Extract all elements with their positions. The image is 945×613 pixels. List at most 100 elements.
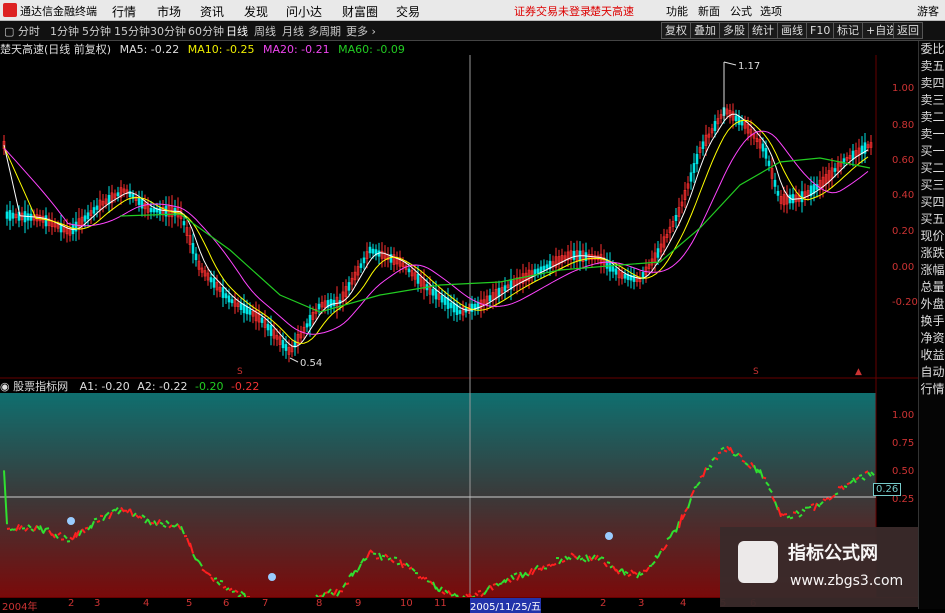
candle-body bbox=[12, 213, 14, 218]
sidebar-item[interactable]: 卖二 bbox=[919, 109, 945, 126]
candle-body bbox=[444, 297, 446, 304]
candle-body bbox=[489, 296, 491, 302]
indicator-segment bbox=[859, 475, 862, 476]
sidebar-item[interactable]: 总量 bbox=[919, 279, 945, 296]
sidebar-item[interactable]: 净资 bbox=[919, 330, 945, 347]
indicator-tick-label: 0.75 bbox=[892, 438, 914, 449]
candle-body bbox=[435, 290, 437, 299]
candle-body bbox=[150, 208, 152, 212]
low-annotation: 0.54 bbox=[300, 358, 322, 369]
candle-body bbox=[96, 206, 98, 210]
kline-chart[interactable]: 1.17 0.54 S S ▲ bbox=[0, 0, 945, 609]
candle-body bbox=[612, 267, 614, 272]
indicator-segment bbox=[10, 529, 13, 530]
candle-body bbox=[87, 213, 89, 219]
a1-label: A1: -0.20 bbox=[80, 380, 130, 393]
indicator-segment bbox=[562, 561, 565, 562]
candle-body bbox=[129, 191, 131, 196]
indicator-tick-label: 1.00 bbox=[892, 410, 914, 421]
candle-body bbox=[369, 247, 371, 253]
value-1: -0.20 bbox=[195, 380, 223, 393]
indicator-segment bbox=[46, 528, 49, 529]
indicator-segment bbox=[826, 498, 829, 499]
sidebar-item[interactable]: 换手 bbox=[919, 313, 945, 330]
candle-body bbox=[267, 324, 269, 330]
candle-body bbox=[441, 296, 443, 303]
high-annotation: 1.17 bbox=[738, 61, 760, 72]
candle-body bbox=[768, 161, 770, 166]
low-pointer bbox=[290, 358, 298, 362]
sidebar-item[interactable]: 卖四 bbox=[919, 75, 945, 92]
sidebar-item[interactable]: 买三 bbox=[919, 177, 945, 194]
candle-body bbox=[459, 310, 461, 313]
indicator-segment bbox=[85, 528, 88, 529]
candle-body bbox=[183, 221, 185, 225]
sidebar-item[interactable]: 外盘 bbox=[919, 296, 945, 313]
indicator-segment bbox=[553, 564, 556, 565]
indicator-segment bbox=[499, 583, 502, 584]
sidebar-item[interactable]: 买五 bbox=[919, 211, 945, 228]
split-marker-icon: S bbox=[753, 367, 759, 377]
sidebar-item[interactable]: 行情 bbox=[919, 381, 945, 398]
time-tick-label: 6 bbox=[223, 598, 229, 609]
sidebar-item[interactable]: 收益 bbox=[919, 347, 945, 364]
indicator-segment bbox=[724, 450, 727, 451]
sidebar-item[interactable]: 涨幅 bbox=[919, 262, 945, 279]
indicator-segment bbox=[214, 578, 217, 579]
quote-sidebar: 委比卖五卖四卖三卖二卖一买一买二买三买四买五现价涨跌涨幅总量外盘换手净资收益自动… bbox=[918, 41, 945, 609]
sidebar-item[interactable]: 卖三 bbox=[919, 92, 945, 109]
value-2: -0.22 bbox=[231, 380, 259, 393]
candle-body bbox=[138, 198, 140, 205]
price-tick-label: 1.00 bbox=[892, 83, 914, 94]
price-tick-label: 0.40 bbox=[892, 190, 914, 201]
candle-body bbox=[432, 289, 434, 295]
candle-body bbox=[285, 344, 287, 350]
sidebar-item[interactable]: 卖一 bbox=[919, 126, 945, 143]
indicator-segment bbox=[94, 519, 97, 520]
indicator-segment bbox=[376, 558, 379, 559]
watermark-title: 指标公式网 bbox=[788, 539, 878, 565]
sidebar-item[interactable]: 现价 bbox=[919, 228, 945, 245]
indicator-segment bbox=[781, 514, 784, 515]
price-tick-label: 0.80 bbox=[892, 120, 914, 131]
candle-body bbox=[714, 121, 716, 130]
time-tick-label: 10 bbox=[400, 598, 413, 609]
sidebar-item[interactable]: 买二 bbox=[919, 160, 945, 177]
sidebar-item[interactable]: 卖五 bbox=[919, 58, 945, 75]
indicator-segment bbox=[811, 504, 814, 505]
signal-marker-icon bbox=[268, 573, 276, 581]
time-tick-label: 4 bbox=[143, 598, 149, 609]
candle-body bbox=[210, 277, 212, 281]
indicator-name: ◉ 股票指标网 bbox=[0, 380, 72, 393]
candle-body bbox=[540, 267, 542, 272]
sidebar-item[interactable]: 买一 bbox=[919, 143, 945, 160]
candle-body bbox=[852, 151, 854, 159]
indicator-segment bbox=[220, 581, 223, 582]
indicator-segment bbox=[514, 573, 517, 574]
indicator-segment bbox=[763, 477, 766, 478]
price-tick-label: 0.60 bbox=[892, 155, 914, 166]
time-tick-label: 2005/11/25/五 bbox=[470, 598, 541, 613]
candle-body bbox=[45, 216, 47, 226]
candle-body bbox=[762, 144, 764, 151]
sidebar-item[interactable]: 买四 bbox=[919, 194, 945, 211]
time-tick-label: 8 bbox=[316, 598, 322, 609]
split-marker-icon: ▲ bbox=[855, 367, 862, 377]
indicator-segment bbox=[388, 558, 391, 560]
split-marker-icon: S bbox=[237, 367, 243, 377]
candle-body bbox=[9, 210, 11, 220]
time-tick-label: 5 bbox=[186, 598, 192, 609]
indicator-segment bbox=[451, 595, 454, 596]
sidebar-item[interactable]: 涨跌 bbox=[919, 245, 945, 262]
time-tick-label: 2004年 bbox=[2, 598, 37, 613]
candle-body bbox=[240, 304, 242, 310]
candle-body bbox=[372, 249, 374, 253]
indicator-segment bbox=[823, 499, 826, 501]
sidebar-item[interactable]: 自动 bbox=[919, 364, 945, 381]
sidebar-item[interactable]: 委比 bbox=[919, 41, 945, 58]
indicator-segment bbox=[97, 521, 100, 522]
candle-body bbox=[408, 269, 410, 272]
time-tick-label: 2 bbox=[68, 598, 74, 609]
indicator-tick-label: 0.50 bbox=[892, 466, 914, 477]
candle-body bbox=[270, 325, 272, 335]
